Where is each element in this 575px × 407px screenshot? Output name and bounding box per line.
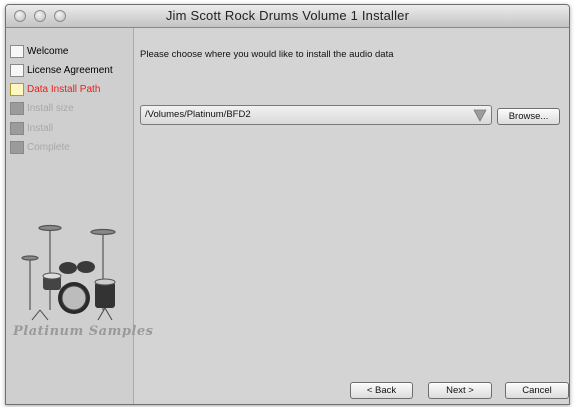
step-checkbox-icon (10, 44, 24, 58)
installer-window: Jim Scott Rock Drums Volume 1 Installer … (5, 4, 570, 405)
title-bar[interactable]: Jim Scott Rock Drums Volume 1 Installer (6, 5, 569, 28)
step-checkbox-icon (10, 101, 24, 115)
step-label: Complete (27, 141, 70, 153)
browse-button[interactable]: Browse... (497, 108, 560, 125)
step-complete: Complete (10, 139, 70, 155)
step-install: Install (10, 120, 53, 136)
step-data-install-path: Data Install Path (10, 81, 100, 97)
step-label: License Agreement (27, 64, 113, 76)
step-checkbox-icon (10, 140, 24, 154)
step-install-size: Install size (10, 100, 74, 116)
step-label: Data Install Path (27, 83, 101, 95)
install-location-prompt: Please choose where you would like to in… (140, 49, 394, 60)
step-welcome: Welcome (10, 43, 69, 59)
step-license-agreement: License Agreement (10, 62, 113, 78)
next-button[interactable]: Next > (428, 382, 492, 399)
cancel-button[interactable]: Cancel (505, 382, 569, 399)
window-title: Jim Scott Rock Drums Volume 1 Installer (165, 8, 410, 23)
steps-sidebar: Welcome License Agreement Data Install P… (6, 28, 153, 404)
step-checkbox-icon (10, 63, 24, 77)
back-button[interactable]: < Back (350, 382, 413, 399)
install-path-value: /Volumes/Platinum/BFD2 (145, 109, 251, 120)
step-label: Welcome (27, 45, 69, 57)
install-path-dropdown[interactable]: /Volumes/Platinum/BFD2 (140, 105, 492, 125)
dropdown-arrow-icon[interactable] (472, 108, 488, 123)
step-checkbox-icon (10, 121, 24, 135)
platinum-samples-logo-text: Platinum Samples (13, 324, 154, 339)
step-label: Install size (27, 102, 74, 114)
step-checkbox-icon (10, 82, 24, 96)
step-label: Install (27, 122, 54, 134)
